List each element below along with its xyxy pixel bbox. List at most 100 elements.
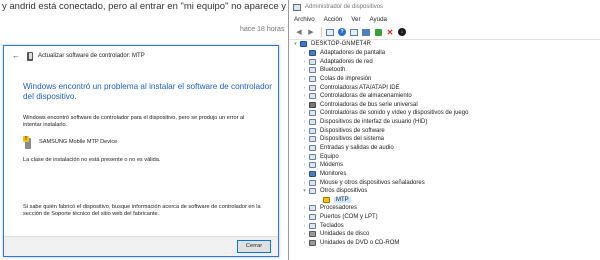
update-driver-icon[interactable] — [373, 27, 383, 37]
scan-hardware-icon[interactable] — [349, 27, 359, 37]
back-arrow-icon[interactable]: ← — [10, 46, 22, 66]
menu-ayuda[interactable]: Ayuda — [370, 16, 387, 23]
tree-item-label: MTP — [334, 196, 351, 203]
tree-item-label: Controladoras de almacenamiento — [320, 93, 412, 100]
tree-category-item[interactable]: › Bluetooth — [289, 66, 600, 75]
tree-item-label: Bluetooth — [320, 67, 346, 74]
tree-category-item[interactable]: › Dispositivos de software — [289, 126, 600, 135]
tree-category-item[interactable]: › Controladoras ATA/ATAPI IDE — [289, 83, 600, 92]
chevron-right-icon[interactable]: › — [301, 231, 308, 237]
menu-ver[interactable]: Ver — [351, 16, 360, 23]
devmgr-titlebar: Administrador de dispositivos — [289, 0, 600, 14]
chevron-down-icon[interactable]: ▾ — [301, 188, 308, 194]
chevron-right-icon[interactable]: › — [301, 128, 308, 134]
chevron-right-icon[interactable]: › — [301, 110, 308, 116]
computer-icon — [309, 153, 316, 160]
devmgr-title: Administrador de dispositivos — [305, 4, 384, 10]
tree-category-item[interactable]: › Equipo — [289, 152, 600, 161]
tree-category-item[interactable]: › Procesadores — [289, 204, 600, 213]
tree-category-item[interactable]: › Unidades de disco — [289, 230, 600, 239]
port-icon — [309, 214, 316, 221]
chevron-down-icon[interactable]: ▾ — [292, 41, 299, 47]
tree-category-item[interactable]: › Teclados — [289, 221, 600, 230]
tree-category-item[interactable]: › Puertos (COM y LPT) — [289, 213, 600, 222]
tree-item-label: Controladoras ATA/ATAPI IDE — [320, 84, 400, 91]
tree-root[interactable]: ▾ DESKTOP-GNMET4R — [289, 40, 600, 49]
storage-controller-icon — [309, 93, 316, 100]
tree-item-label: Equipo — [320, 153, 339, 160]
chevron-right-icon[interactable]: › — [301, 171, 308, 177]
help-icon[interactable]: ? — [337, 27, 347, 37]
tree-category-item[interactable]: › Adaptadores de pantalla — [289, 49, 600, 58]
chevron-right-icon[interactable]: › — [301, 59, 308, 65]
keyboard-icon — [309, 222, 316, 229]
forum-post-time: hace 18 horas — [240, 26, 285, 33]
tree-category-item[interactable]: › Entradas y salidas de audio — [289, 144, 600, 153]
tree-item-label: Adaptadores de red — [320, 58, 373, 65]
mouse-icon — [309, 179, 316, 186]
forward-arrow-icon[interactable]: ▶ — [306, 27, 316, 37]
tree-item-label: Dispositivos del sistema — [320, 136, 385, 143]
chevron-right-icon[interactable]: › — [301, 205, 308, 211]
printer-queue-icon — [309, 75, 316, 82]
sound-icon — [309, 110, 316, 117]
tree-category-item[interactable]: › Controladoras de sonido y vídeo y dispo… — [289, 109, 600, 118]
chevron-right-icon[interactable]: › — [301, 85, 308, 91]
tree-category-item[interactable]: › Unidades de DVD o CD-ROM — [289, 239, 600, 248]
back-arrow-icon[interactable]: ◀ — [294, 27, 304, 37]
chevron-right-icon[interactable]: › — [301, 136, 308, 142]
chevron-right-icon[interactable]: › — [301, 214, 308, 220]
tree-child-item[interactable]: MTP — [289, 196, 600, 205]
modem-icon — [309, 162, 316, 169]
tree-category-item[interactable]: ▾ Otros dispositivos — [289, 187, 600, 196]
tree-item-label: Puertos (COM y LPT) — [320, 214, 378, 221]
device-manager-icon — [293, 3, 301, 11]
tree-category-item[interactable]: › Dispositivos de interfaz de usuario (HI… — [289, 118, 600, 127]
warning-device-icon — [323, 196, 330, 203]
device-entry: ! SAMSUNG Mobile MTP Device — [23, 134, 117, 150]
chevron-right-icon[interactable]: › — [301, 223, 308, 229]
dvd-drive-icon — [309, 240, 316, 247]
hid-icon — [309, 119, 316, 126]
tree-category-item[interactable]: › Colas de impresión — [289, 75, 600, 84]
chevron-right-icon[interactable]: › — [301, 119, 308, 125]
devmgr-toolbar: ◀ ▶ ? ✕ ↓ — [289, 25, 600, 40]
devmgr-menubar: Archivo Acción Ver Ayuda — [289, 14, 600, 25]
chevron-right-icon[interactable]: › — [301, 93, 308, 99]
chevron-right-icon[interactable]: › — [301, 154, 308, 160]
monitor-icon[interactable] — [361, 27, 371, 37]
tree-category-item[interactable]: › Controladoras de almacenamiento — [289, 92, 600, 101]
menu-archivo[interactable]: Archivo — [294, 16, 315, 23]
class-error-text: La clase de instalación no está presente… — [23, 157, 161, 163]
display-adapter-icon — [309, 49, 316, 56]
tree-item-label: Módems — [320, 162, 344, 169]
disk-drive-icon — [309, 231, 316, 238]
system-device-icon — [309, 136, 316, 143]
tree-category-item[interactable]: › Módems — [289, 161, 600, 170]
device-manager-window: Administrador de dispositivos Archivo Ac… — [288, 0, 600, 260]
tree-category-item[interactable]: › Mouse y otros dispositivos señaladores — [289, 178, 600, 187]
tree-category-item[interactable]: › Monitores — [289, 170, 600, 179]
menu-accion[interactable]: Acción — [324, 16, 343, 23]
tree-category-item[interactable]: › Dispositivos del sistema — [289, 135, 600, 144]
tree-item-label: Monitores — [320, 170, 347, 177]
chevron-right-icon[interactable]: › — [301, 162, 308, 168]
uninstall-icon[interactable]: ✕ — [385, 27, 395, 37]
chevron-right-icon[interactable]: › — [301, 76, 308, 82]
tree-item-label: Teclados — [320, 222, 344, 229]
chevron-right-icon[interactable]: › — [301, 67, 308, 73]
chevron-right-icon[interactable]: › — [301, 145, 308, 151]
close-button[interactable]: Cerrar — [237, 240, 271, 253]
tree-item-label: Unidades de disco — [320, 231, 370, 238]
driver-update-dialog: ← Actualizar software de controlador: MT… — [3, 45, 279, 257]
properties-icon[interactable] — [325, 27, 335, 37]
tree-category-item[interactable]: › Controladoras de bus serie universal — [289, 100, 600, 109]
chevron-right-icon[interactable]: › — [301, 50, 308, 56]
chevron-right-icon[interactable]: › — [301, 180, 308, 186]
mtp-device-icon — [27, 51, 33, 61]
chevron-right-icon[interactable]: › — [301, 102, 308, 108]
tree-category-item[interactable]: › Adaptadores de red — [289, 57, 600, 66]
dialog-heading: Windows encontró un problema al instalar… — [23, 82, 272, 101]
chevron-right-icon[interactable]: › — [301, 240, 308, 246]
disable-icon[interactable]: ↓ — [397, 27, 407, 37]
